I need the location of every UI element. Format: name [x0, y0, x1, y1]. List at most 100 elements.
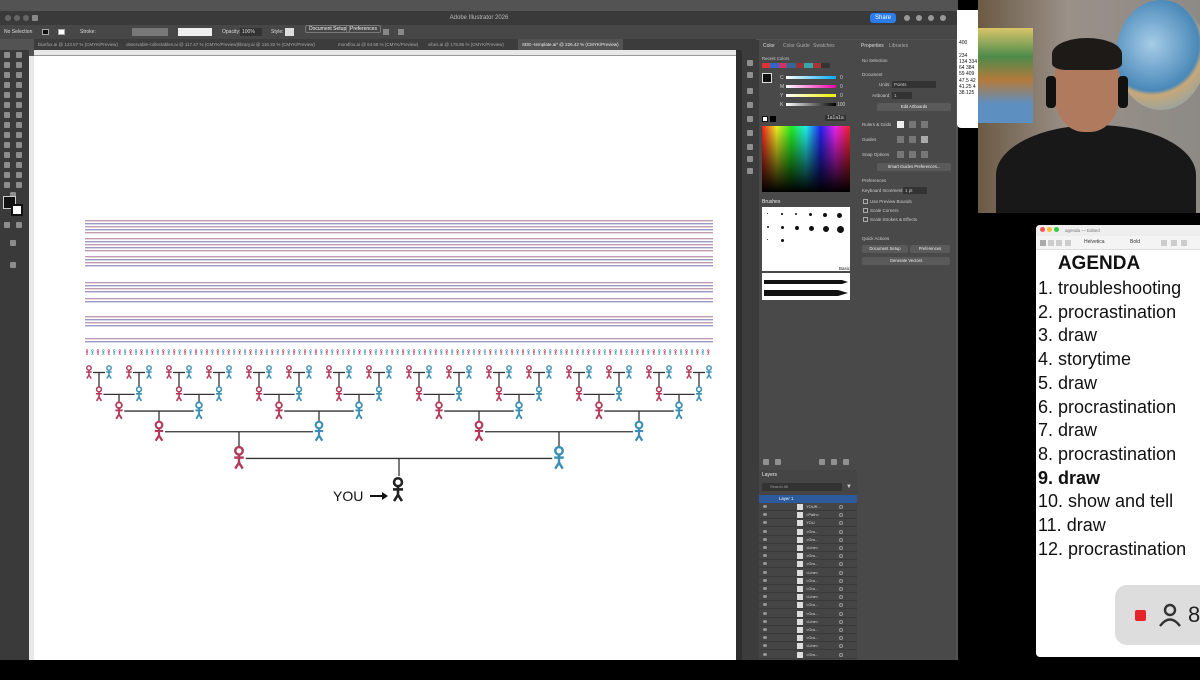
- yellow-slider[interactable]: [786, 94, 836, 97]
- font-family-dropdown[interactable]: Helvetica: [1084, 239, 1105, 245]
- layer-item-name[interactable]: <Gro...: [806, 635, 818, 640]
- bold-format-icon[interactable]: [1040, 240, 1046, 246]
- layer-target-icon[interactable]: [839, 529, 843, 534]
- visibility-eye-icon[interactable]: [763, 628, 767, 631]
- layers-search-input[interactable]: Search All: [762, 483, 842, 491]
- layer-target-icon[interactable]: [839, 611, 843, 616]
- minimize-window-button[interactable]: [14, 15, 20, 21]
- brush-swatch[interactable]: [809, 226, 814, 231]
- layer-item-name[interactable]: <Line>: [806, 545, 818, 550]
- layer-row[interactable]: <Line>: [759, 544, 857, 552]
- visibility-eye-icon[interactable]: [763, 644, 767, 648]
- tab-doc-2[interactable]: observable-collectables.ai @ 117.47 % (C…: [122, 39, 242, 50]
- layer-row[interactable]: <Line>: [759, 593, 857, 602]
- layer-row[interactable]: <Line>: [759, 659, 857, 660]
- stroke-swatch[interactable]: [58, 29, 65, 35]
- brush-swatch[interactable]: [781, 213, 783, 215]
- layer-item-name[interactable]: <Gro...: [806, 553, 818, 558]
- lasso-tool-icon[interactable]: [16, 62, 22, 68]
- layer-item-name[interactable]: <Gro...: [806, 529, 818, 534]
- layer-target-icon[interactable]: [839, 562, 843, 567]
- layer-item-name[interactable]: YOUR...: [806, 504, 821, 509]
- layer-row[interactable]: <Gro...: [759, 585, 857, 593]
- snap-point-icon[interactable]: [897, 151, 904, 158]
- brush-strokes[interactable]: [762, 273, 850, 300]
- fill-swatch[interactable]: [42, 29, 49, 35]
- visibility-eye-icon[interactable]: [763, 595, 767, 599]
- use-preview-bounds-checkbox[interactable]: [863, 199, 868, 204]
- layer-target-icon[interactable]: [839, 537, 843, 542]
- visibility-eye-icon[interactable]: [763, 587, 767, 590]
- font-weight-dropdown[interactable]: Bold: [1130, 239, 1140, 245]
- swatches-panel-icon[interactable]: [747, 72, 753, 78]
- eraser-tool-icon[interactable]: [4, 112, 10, 118]
- tab-color[interactable]: Color: [763, 40, 775, 52]
- lock-guides-icon[interactable]: [909, 136, 916, 143]
- layer-row[interactable]: <Gro...: [759, 528, 857, 536]
- layer-item-name[interactable]: <Gro...: [806, 578, 818, 583]
- width-tool-icon[interactable]: [16, 122, 22, 128]
- layer-name[interactable]: Layer 1: [779, 496, 793, 501]
- screen-mode-icon[interactable]: [16, 222, 22, 228]
- draw-normal-icon[interactable]: [4, 222, 10, 228]
- tab-doc-3[interactable]: library.ai @ 116.32 % (CMYK/Preview): [234, 39, 319, 50]
- hand-tool-icon[interactable]: [16, 182, 22, 188]
- filter-icon[interactable]: ▼: [846, 484, 852, 490]
- brush-swatch[interactable]: [795, 226, 799, 230]
- visibility-eye-icon[interactable]: [763, 546, 767, 549]
- transparency-grid-icon[interactable]: [921, 121, 928, 128]
- layer-target-icon[interactable]: [839, 652, 843, 657]
- visibility-eye-icon[interactable]: [763, 636, 767, 640]
- artboards-panel-icon[interactable]: [747, 130, 753, 136]
- text-color-icon[interactable]: [1161, 240, 1167, 246]
- layer-item-name[interactable]: <Gro...: [806, 652, 818, 657]
- brush-swatch[interactable]: [767, 226, 769, 228]
- rectangle-tool-icon[interactable]: [4, 92, 10, 98]
- remove-brush-stroke-icon[interactable]: [775, 459, 781, 465]
- magenta-slider[interactable]: [786, 85, 836, 88]
- layer-target-icon[interactable]: [839, 636, 843, 641]
- visibility-eye-icon[interactable]: [763, 554, 767, 558]
- layer-target-icon[interactable]: [839, 554, 843, 559]
- layer-item-name[interactable]: <Line>: [806, 643, 818, 648]
- layer-item-name[interactable]: <Gro...: [806, 561, 818, 566]
- layer-target-icon[interactable]: [839, 505, 843, 509]
- magenta-value[interactable]: 0: [840, 84, 843, 90]
- line-tool-icon[interactable]: [16, 82, 22, 88]
- recording-indicator[interactable]: 8: [1115, 585, 1200, 645]
- visibility-eye-icon[interactable]: [763, 611, 767, 615]
- transform-icon[interactable]: [398, 29, 404, 35]
- layer-item-name[interactable]: <Gro...: [806, 537, 818, 542]
- layer-row[interactable]: <Gro...: [759, 626, 857, 634]
- brush-swatch[interactable]: [767, 213, 768, 214]
- brush-swatch[interactable]: [837, 226, 844, 233]
- close-window-button[interactable]: [5, 15, 11, 21]
- smart-guides-icon[interactable]: [921, 136, 928, 143]
- brush-swatch[interactable]: [823, 226, 829, 232]
- layer-row[interactable]: <Gro...: [759, 634, 857, 643]
- type-tool-icon[interactable]: [4, 82, 10, 88]
- tab-libraries[interactable]: Libraries: [889, 40, 908, 52]
- agenda-minimize-button[interactable]: [1047, 227, 1052, 232]
- home-icon[interactable]: [32, 15, 38, 21]
- color-spectrum[interactable]: [762, 126, 850, 192]
- brush-swatch[interactable]: [781, 239, 784, 242]
- symbol-sprayer-tool-icon[interactable]: [16, 162, 22, 168]
- layer-target-icon[interactable]: [839, 644, 843, 649]
- record-stop-icon[interactable]: [1135, 610, 1146, 621]
- layer-row[interactable]: <Gro...: [759, 536, 857, 544]
- shape-builder-tool-icon[interactable]: [16, 132, 22, 138]
- black-slider[interactable]: [786, 103, 836, 106]
- layer-row[interactable]: <Path>: [759, 511, 857, 520]
- layer-target-icon[interactable]: [839, 603, 843, 608]
- visibility-eye-icon[interactable]: [763, 652, 767, 656]
- layer-item-name[interactable]: <Gro...: [806, 586, 818, 591]
- black-swatch[interactable]: [770, 116, 776, 122]
- layer-row[interactable]: YOUR...: [759, 503, 857, 511]
- layers-panel-icon[interactable]: [747, 116, 753, 122]
- visibility-eye-icon[interactable]: [763, 537, 767, 541]
- gradient-tool-icon[interactable]: [4, 152, 10, 158]
- tab-doc-5[interactable]: vibes.ai @ 178.85 % (CMYK/Preview): [424, 39, 508, 50]
- cyan-value[interactable]: 0: [840, 75, 843, 81]
- rotate-tool-icon[interactable]: [16, 112, 22, 118]
